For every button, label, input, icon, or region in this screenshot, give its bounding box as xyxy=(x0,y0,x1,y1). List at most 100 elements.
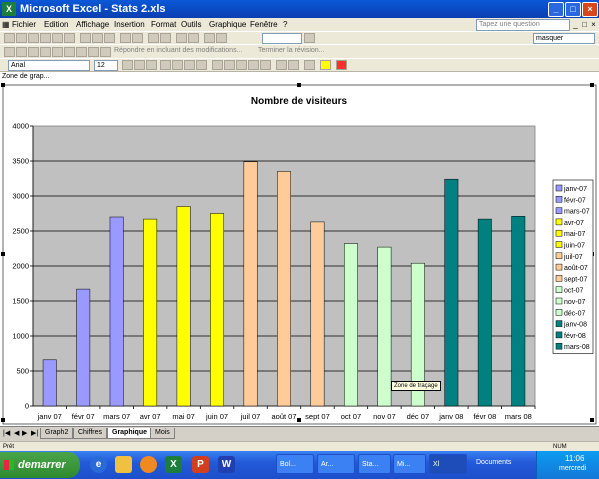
x-tick-label: sept 07 xyxy=(305,412,330,421)
font-color-icon[interactable] xyxy=(336,60,347,70)
legend-swatch xyxy=(555,275,563,282)
fill-color-icon[interactable] xyxy=(320,60,331,70)
menu-fichier[interactable]: Fichier xyxy=(12,19,36,30)
menu-affichage[interactable]: Affichage xyxy=(76,19,109,30)
preview-icon[interactable] xyxy=(52,33,63,43)
name-box[interactable]: Zone de grap... xyxy=(0,72,50,81)
review-icon-9[interactable] xyxy=(100,47,111,57)
menu-graphique[interactable]: Graphique xyxy=(209,19,246,30)
align-center-icon[interactable] xyxy=(172,60,183,70)
font-name-select[interactable]: Arial xyxy=(8,60,90,71)
percent-icon[interactable] xyxy=(224,60,235,70)
review-icon-3[interactable] xyxy=(28,47,39,57)
currency-icon[interactable] xyxy=(212,60,223,70)
clock[interactable]: 11:06 xyxy=(565,454,584,463)
chart-title[interactable]: Nombre de visiteurs xyxy=(251,96,348,107)
minimize-button[interactable]: _ xyxy=(548,2,564,17)
chart-sheet[interactable]: Nombre de visiteurs 0 500 1000 1500 2000 2500… xyxy=(0,82,599,426)
new-icon[interactable] xyxy=(4,33,15,43)
sort-desc-icon[interactable] xyxy=(188,33,199,43)
review-icon-7[interactable] xyxy=(76,47,87,57)
menu-icon[interactable]: ▦ xyxy=(2,19,10,30)
x-tick-label: déc 07 xyxy=(407,412,430,421)
review-icon-1[interactable] xyxy=(4,47,15,57)
menu-outils[interactable]: Outils xyxy=(181,19,201,30)
task-button-3[interactable]: Sta... xyxy=(358,454,391,474)
drawing-icon[interactable] xyxy=(216,33,227,43)
save-icon[interactable] xyxy=(28,33,39,43)
merge-center-icon[interactable] xyxy=(196,60,207,70)
start-button[interactable]: demarrer xyxy=(0,452,80,478)
review-icon-5[interactable] xyxy=(52,47,63,57)
review-icon-2[interactable] xyxy=(16,47,27,57)
first-sheet-icon[interactable]: |◀ xyxy=(3,430,10,438)
x-tick-label: mai 07 xyxy=(172,412,195,421)
chart-wizard-icon[interactable] xyxy=(204,33,215,43)
formatting-toolbar: Arial 12 xyxy=(0,58,599,72)
menu-edition[interactable]: Edition xyxy=(44,19,68,30)
internet-explorer-icon[interactable]: e xyxy=(90,456,107,473)
doc-minimize-button[interactable]: _ xyxy=(571,20,580,29)
documents-toolbar[interactable]: Documents xyxy=(476,459,511,466)
tab-chiffres[interactable]: Chiffres xyxy=(73,428,107,439)
help-question-box[interactable]: Tapez une question xyxy=(476,19,570,31)
increase-decimal-icon[interactable] xyxy=(248,60,259,70)
task-button-4[interactable]: Mi... xyxy=(393,454,426,474)
media-icon[interactable] xyxy=(140,456,157,473)
review-icon-8[interactable] xyxy=(88,47,99,57)
powerpoint-icon[interactable]: P xyxy=(192,456,209,473)
column-chart[interactable]: Nombre de visiteurs 0 500 1000 1500 2000 2500… xyxy=(0,82,599,426)
folder-icon[interactable] xyxy=(115,456,132,473)
help-icon[interactable] xyxy=(304,33,315,43)
cut-icon[interactable] xyxy=(80,33,91,43)
next-sheet-icon[interactable]: ▶ xyxy=(22,430,27,438)
prev-sheet-icon[interactable]: ◀ xyxy=(14,430,19,438)
tab-mois[interactable]: Mois xyxy=(150,428,175,439)
maximize-button[interactable]: □ xyxy=(565,2,581,17)
font-size-select[interactable]: 12 xyxy=(94,60,118,71)
increase-indent-icon[interactable] xyxy=(288,60,299,70)
close-button[interactable]: × xyxy=(582,2,598,17)
sort-asc-icon[interactable] xyxy=(176,33,187,43)
underline-icon[interactable] xyxy=(146,60,157,70)
redo-icon[interactable] xyxy=(132,33,143,43)
masquer-select[interactable]: masquer xyxy=(533,33,595,44)
selection-handle xyxy=(1,252,5,256)
task-button-5[interactable]: Xl xyxy=(429,454,467,474)
open-icon[interactable] xyxy=(16,33,27,43)
spelling-icon[interactable] xyxy=(64,33,75,43)
word-icon[interactable]: W xyxy=(218,456,235,473)
excel-app-icon[interactable]: X xyxy=(2,2,16,16)
decrease-decimal-icon[interactable] xyxy=(260,60,271,70)
link-icon[interactable] xyxy=(148,33,159,43)
menu-insertion[interactable]: Insertion xyxy=(114,19,145,30)
paste-icon[interactable] xyxy=(104,33,115,43)
end-review-button[interactable]: Terminer la révision... xyxy=(258,46,325,56)
autosum-icon[interactable] xyxy=(160,33,171,43)
borders-icon[interactable] xyxy=(304,60,315,70)
menu-format[interactable]: Format xyxy=(151,19,176,30)
review-icon-4[interactable] xyxy=(40,47,51,57)
tab-graph2[interactable]: Graph2 xyxy=(40,428,74,439)
review-icon-6[interactable] xyxy=(64,47,75,57)
undo-icon[interactable] xyxy=(120,33,131,43)
decrease-indent-icon[interactable] xyxy=(276,60,287,70)
doc-close-button[interactable]: × xyxy=(589,20,598,29)
align-right-icon[interactable] xyxy=(184,60,195,70)
zoom-select[interactable] xyxy=(262,33,302,44)
align-left-icon[interactable] xyxy=(160,60,171,70)
menu-help[interactable]: ? xyxy=(283,19,287,30)
print-icon[interactable] xyxy=(40,33,51,43)
bold-icon[interactable] xyxy=(122,60,133,70)
menu-fenetre[interactable]: Fenêtre xyxy=(250,19,278,30)
thousands-icon[interactable] xyxy=(236,60,247,70)
reply-with-changes-button[interactable]: Répondre en incluant des modifications..… xyxy=(114,46,242,56)
task-button-2[interactable]: Ar... xyxy=(317,454,355,474)
tab-graphique[interactable]: Graphique xyxy=(107,428,153,439)
task-button-1[interactable]: Bol... xyxy=(276,454,314,474)
excel-icon[interactable]: X xyxy=(165,456,182,473)
last-sheet-icon[interactable]: ▶| xyxy=(31,430,38,438)
copy-icon[interactable] xyxy=(92,33,103,43)
italic-icon[interactable] xyxy=(134,60,145,70)
doc-restore-button[interactable]: □ xyxy=(580,20,589,29)
